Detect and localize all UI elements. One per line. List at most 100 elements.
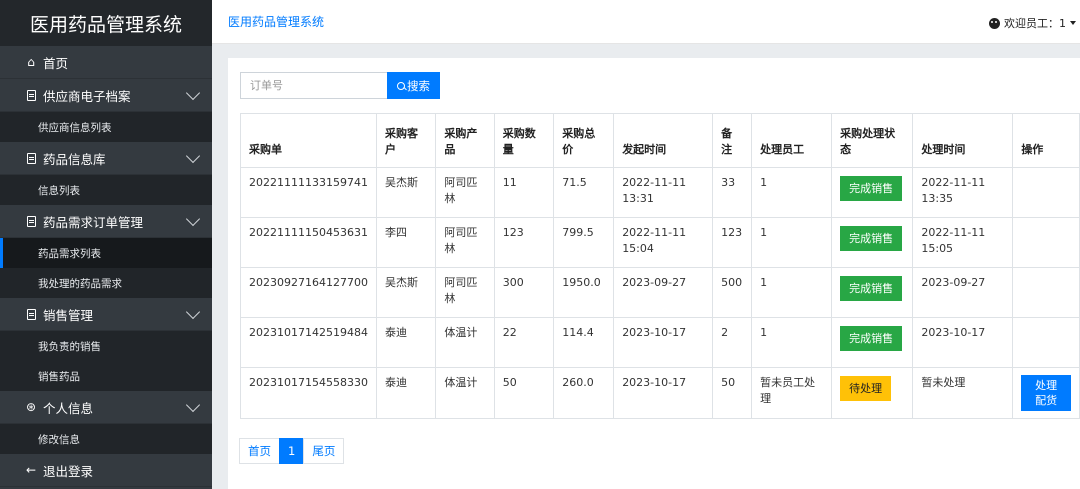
cell-staff: 1 [751, 317, 833, 368]
chevron-down-icon [185, 397, 201, 412]
app-title: 医用药品管理系统 [0, 0, 212, 46]
cell-total: 114.4 [553, 317, 615, 368]
cell-customer: 泰迪 [375, 317, 437, 368]
sidebar-item-demand-orders[interactable]: 药品需求订单管理 [0, 205, 212, 238]
cell-id: 20221111150453631 [240, 217, 377, 268]
cell-qty: 22 [493, 317, 555, 368]
sidebar-subitem-my-demands[interactable]: 我处理的药品需求 [0, 268, 212, 298]
cell-note: 2 [712, 317, 753, 368]
breadcrumb[interactable]: 医用药品管理系统 [228, 13, 324, 30]
sidebar-item-label: 供应商电子档案 [43, 88, 131, 104]
cell-customer: 吴杰斯 [375, 167, 437, 218]
column-header: 采购客户 [375, 113, 437, 168]
cell-product: 体温计 [435, 317, 495, 368]
sidebar-item-label: 退出登录 [43, 463, 94, 479]
cell-status: 完成销售 [831, 217, 914, 268]
cell-note: 50 [712, 367, 753, 419]
table-header-row: 采购单 采购客户 采购产品 采购数量 采购总价 发起时间 备注 处理员工 采购处… [240, 113, 1080, 168]
cell-action [1012, 267, 1080, 318]
column-header: 采购数量 [493, 113, 555, 168]
chevron-down-icon [185, 211, 201, 226]
sidebar-subitem-demand-list[interactable]: 药品需求列表 [0, 238, 212, 268]
arrow-left-icon: ← [25, 463, 37, 477]
sidebar-item-supplier[interactable]: 供应商电子档案 [0, 79, 212, 112]
sidebar-item-drug-library[interactable]: 药品信息库 [0, 142, 212, 175]
user-menu[interactable]: 欢迎员工：1 [989, 15, 1076, 31]
cell-time: 2022-11-11 13:35 [912, 167, 1014, 218]
cell-note: 500 [712, 267, 753, 318]
table-body: 20221111133159741 吴杰斯 阿司匹林 11 71.5 2022-11-11… [240, 167, 1080, 419]
sidebar-subitem-info-list[interactable]: 信息列表 [0, 175, 212, 205]
status-badge: 完成销售 [840, 326, 903, 351]
chevron-down-icon [185, 148, 201, 163]
cell-staff: 暂未员工处理 [751, 367, 833, 419]
welcome-text: 欢迎员工：1 [1004, 17, 1066, 30]
cell-id: 20231017142519484 [240, 317, 377, 368]
cell-note: 123 [712, 217, 753, 268]
column-header: 发起时间 [613, 113, 714, 168]
document-icon [24, 89, 38, 101]
sidebar-subitem-sell-drugs[interactable]: 销售药品 [0, 361, 212, 391]
sidebar-item-label: 个人信息 [43, 400, 94, 416]
cell-status: 完成销售 [831, 317, 914, 368]
sidebar-item-logout[interactable]: ← 退出登录 [0, 454, 212, 487]
sidebar-item-profile[interactable]: ⊛ 个人信息 [0, 391, 212, 424]
sidebar: 医用药品管理系统 ⌂ 首页 供应商电子档案 供应商信息列表 药品信息库 信息列表… [0, 0, 212, 489]
cell-product: 体温计 [435, 367, 495, 419]
sidebar-item-sales[interactable]: 销售管理 [0, 298, 212, 331]
sidebar-menu: ⌂ 首页 供应商电子档案 供应商信息列表 药品信息库 信息列表 药品需求订单管理… [0, 46, 212, 487]
chevron-down-icon [185, 85, 201, 100]
cell-status: 完成销售 [831, 267, 914, 318]
first-page-link[interactable]: 首页 [239, 438, 280, 464]
cell-time: 2022-11-11 15:05 [912, 217, 1014, 268]
sidebar-subitem-my-sales[interactable]: 我负责的销售 [0, 331, 212, 361]
purchase-orders-table: 采购单 采购客户 采购产品 采购数量 采购总价 发起时间 备注 处理员工 采购处… [240, 113, 1080, 419]
chevron-down-icon [185, 304, 201, 319]
search-icon [397, 81, 405, 90]
search-button[interactable]: 搜索 [387, 72, 440, 99]
column-header: 采购总价 [553, 113, 615, 168]
cell-qty: 123 [493, 217, 555, 268]
cell-status: 完成销售 [831, 167, 914, 218]
content-panel: 搜索 采购单 采购客户 采购产品 采购数量 采购总价 发起时间 备注 处理员工 … [228, 58, 1080, 489]
smiley-icon [989, 17, 1000, 29]
column-header: 操作 [1012, 113, 1080, 168]
cell-id: 20221111133159741 [240, 167, 377, 218]
cell-staff: 1 [751, 167, 833, 218]
cell-action [1012, 317, 1080, 368]
order-number-search-input[interactable] [240, 72, 387, 99]
cell-qty: 11 [493, 167, 555, 218]
pagination: 首页 1 尾页 [239, 438, 345, 464]
sidebar-item-label: 销售管理 [43, 307, 94, 323]
cell-note: 33 [712, 167, 753, 218]
home-icon: ⌂ [27, 55, 35, 69]
cell-status: 待处理 [831, 367, 914, 419]
document-icon [24, 152, 38, 164]
cell-customer: 吴杰斯 [375, 267, 437, 318]
sidebar-subitem-edit-info[interactable]: 修改信息 [0, 424, 212, 454]
top-header: 医用药品管理系统 欢迎员工：1 [212, 0, 1080, 44]
cell-action: 处理配货 [1012, 367, 1080, 419]
process-delivery-button[interactable]: 处理配货 [1021, 375, 1071, 411]
column-header: 备注 [712, 113, 753, 168]
column-header: 采购处理状态 [831, 113, 914, 168]
table-row: 20230927164127700 吴杰斯 阿司匹林 300 1950.0 2023-09… [240, 267, 1080, 318]
table-row: 20221111133159741 吴杰斯 阿司匹林 11 71.5 2022-11-11… [240, 167, 1080, 218]
cell-total: 1950.0 [553, 267, 615, 318]
last-page-link[interactable]: 尾页 [303, 438, 345, 464]
cell-start: 2022-11-11 15:04 [613, 217, 714, 268]
sidebar-item-home[interactable]: ⌂ 首页 [0, 46, 212, 79]
cell-action [1012, 217, 1080, 268]
status-badge: 待处理 [840, 376, 892, 401]
cell-customer: 李四 [375, 217, 437, 268]
cell-product: 阿司匹林 [435, 167, 495, 218]
cell-qty: 300 [493, 267, 555, 318]
cell-id: 20230927164127700 [240, 267, 377, 318]
cell-time: 暂未处理 [912, 367, 1014, 419]
sidebar-item-label: 药品需求订单管理 [43, 214, 144, 230]
sidebar-subitem-supplier-list[interactable]: 供应商信息列表 [0, 112, 212, 142]
column-header: 处理员工 [751, 113, 833, 168]
current-page[interactable]: 1 [279, 438, 305, 464]
table-row: 20231017142519484 泰迪 体温计 22 114.4 2023-10-17 2… [240, 317, 1080, 368]
cell-total: 71.5 [553, 167, 615, 218]
